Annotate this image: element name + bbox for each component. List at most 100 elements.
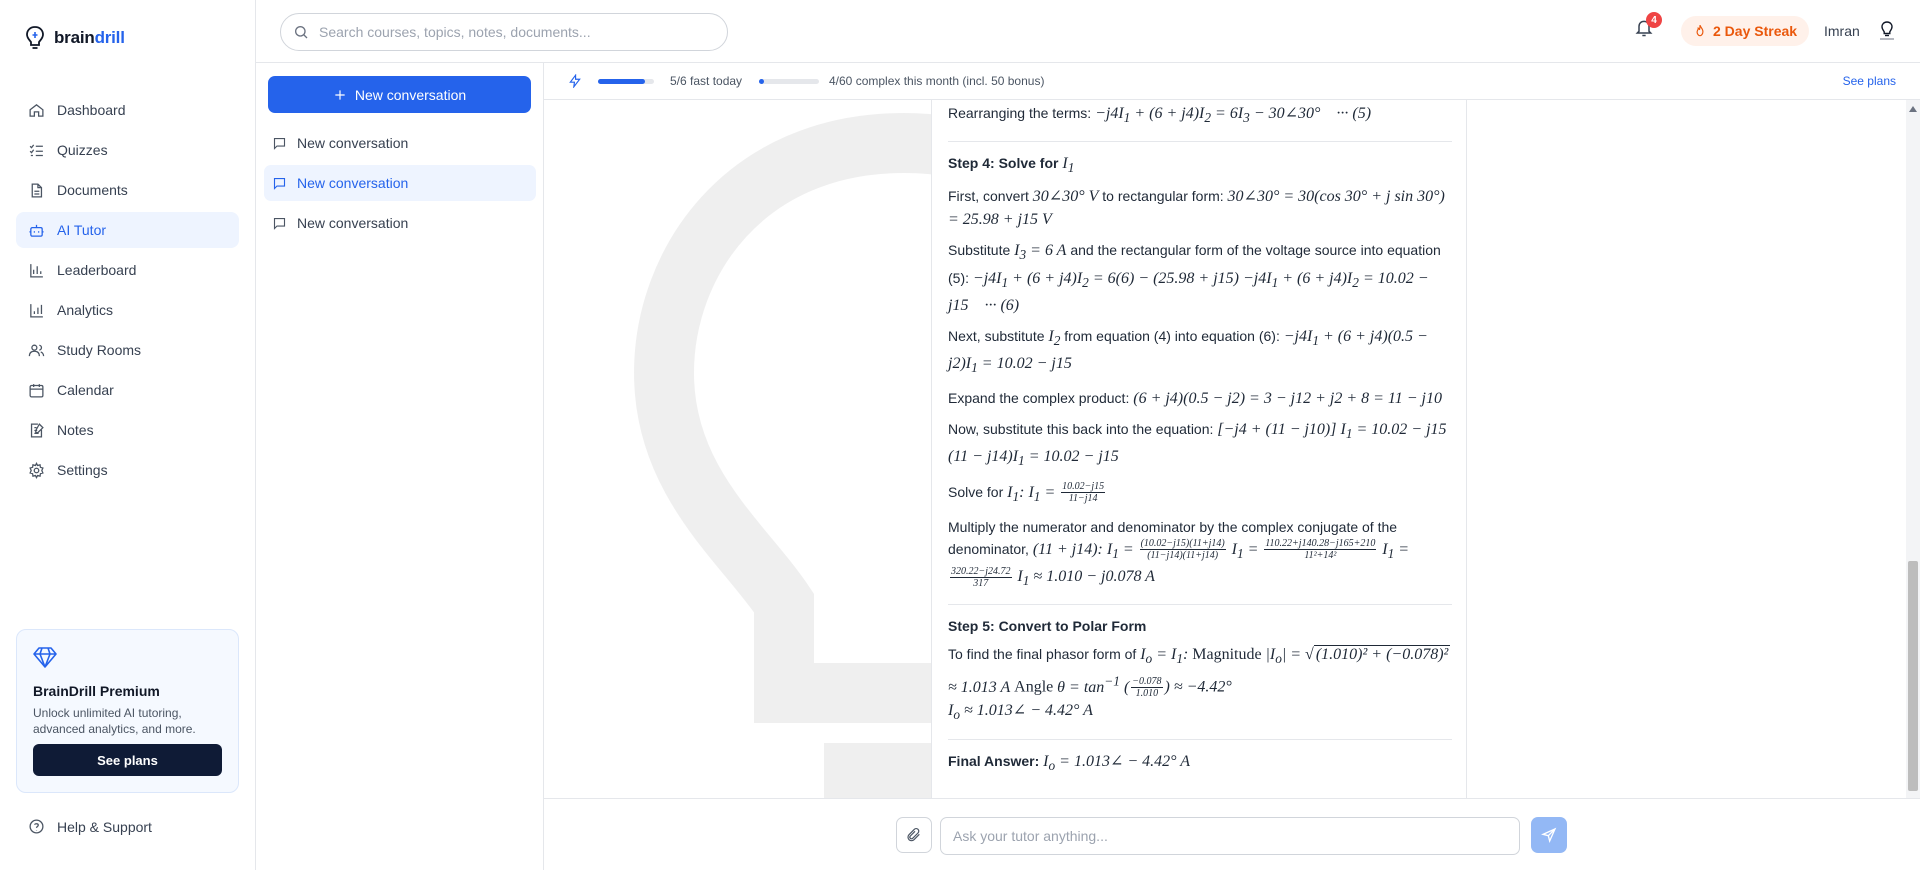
user-name[interactable]: Imran (1824, 23, 1860, 39)
premium-description: Unlock unlimited AI tutoring, advanced a… (33, 706, 196, 736)
bar-chart-icon (30, 263, 43, 278)
sidebar-item-study-rooms[interactable]: Study Rooms (16, 332, 239, 368)
flame-icon (1696, 24, 1704, 37)
user-avatar-icon (1880, 21, 1894, 40)
sidebar: braindrill Dashboard Quizzes Documents A… (0, 0, 256, 870)
sidebar-item-label: Dashboard (57, 102, 126, 118)
diamond-icon (33, 647, 57, 668)
message-paragraph: First, convert 30∠30° V to rectangular f… (948, 188, 1445, 229)
see-plans-button[interactable]: See plans (33, 744, 222, 776)
message-paragraph: Rearranging the terms: −j4I1 + (6 + j4)I… (948, 105, 1372, 126)
fast-usage-label: 5/6 fast today (670, 74, 743, 88)
sidebar-nav: Dashboard Quizzes Documents AI Tutor Lea… (16, 92, 239, 492)
help-circle-icon (29, 819, 44, 834)
chat-bubble-icon (273, 177, 286, 190)
usage-bar: 5/6 fast today 4/60 complex this month (… (544, 63, 1920, 100)
streak-badge[interactable]: 2 Day Streak (1681, 16, 1810, 46)
sidebar-item-documents[interactable]: Documents (16, 172, 239, 208)
calendar-icon (29, 383, 44, 398)
scrollbar-thumb[interactable] (1908, 561, 1918, 791)
paperclip-icon (907, 827, 920, 842)
sidebar-item-label: Analytics (57, 302, 114, 318)
attach-file-button[interactable] (896, 817, 932, 853)
sidebar-item-label: Notes (57, 422, 94, 438)
new-conversation-label: New conversation (354, 86, 467, 103)
message-paragraph: To find the final phasor form of Io = I1… (948, 645, 1451, 723)
sidebar-item-leaderboard[interactable]: Leaderboard (16, 252, 239, 288)
conversation-label: New conversation (297, 135, 409, 151)
complex-usage-label: 4/60 complex this month (incl. 50 bonus) (829, 74, 1045, 88)
sidebar-item-quizzes[interactable]: Quizzes (16, 132, 239, 168)
divider (948, 604, 1452, 606)
sidebar-item-label: Leaderboard (57, 262, 137, 278)
message-body: Rearranging the terms: −j4I1 + (6 + j4)I… (948, 102, 1452, 785)
bolt-icon (568, 73, 582, 89)
top-bar: 4 2 Day Streak Imran (256, 0, 1920, 63)
bot-icon (29, 224, 44, 237)
message-composer (544, 798, 1920, 870)
conversation-label: New conversation (297, 215, 409, 231)
users-icon (28, 344, 45, 356)
sidebar-item-settings[interactable]: Settings (16, 452, 239, 488)
conversation-list: New conversation New conversation New co… (264, 125, 536, 245)
send-button[interactable] (1531, 817, 1567, 853)
chat-bubble-icon (273, 217, 286, 230)
sidebar-item-label: Study Rooms (57, 342, 142, 358)
lightbulb-logo-icon (26, 26, 44, 49)
complex-usage-progress (759, 79, 819, 84)
home-icon (29, 103, 44, 117)
sidebar-item-label: Calendar (57, 382, 114, 398)
sidebar-item-ai-tutor[interactable]: AI Tutor (16, 212, 239, 248)
chat-input[interactable] (940, 817, 1520, 855)
list-check-icon (29, 143, 43, 156)
help-support-label: Help & Support (57, 818, 152, 835)
notifications-button[interactable]: 4 (1634, 12, 1662, 42)
message-paragraph: Solve for I1: I1 = 10.02−j15 11−j14 (948, 481, 1106, 505)
analytics-icon (30, 303, 43, 318)
conversation-label: New conversation (297, 175, 409, 191)
fast-usage-fill (598, 79, 645, 84)
scroll-up-arrow[interactable] (1909, 106, 1917, 112)
message-paragraph: Substitute I3 = 6 A and the rectangular … (948, 242, 1441, 314)
notes-icon (30, 422, 44, 438)
chat-area: 5/6 fast today 4/60 complex this month (… (544, 63, 1920, 870)
sidebar-item-calendar[interactable]: Calendar (16, 372, 239, 408)
brand-name: braindrill (54, 28, 125, 47)
sidebar-item-analytics[interactable]: Analytics (16, 292, 239, 328)
brand-logo-link[interactable]: braindrill (24, 24, 125, 52)
streak-label: 2 Day Streak (1713, 23, 1798, 39)
chat-scrollbar[interactable] (1906, 100, 1920, 807)
premium-title: BrainDrill Premium (33, 683, 160, 699)
document-icon (31, 182, 43, 198)
complex-usage-fill (759, 79, 764, 84)
sidebar-item-label: Settings (57, 462, 108, 478)
premium-card: BrainDrill Premium Unlock unlimited AI t… (16, 629, 239, 793)
help-support-link[interactable]: Help & Support (28, 818, 152, 835)
message-paragraph: Now, substitute this back into the equat… (948, 421, 1447, 469)
conversation-item[interactable]: New conversation (264, 125, 536, 161)
search-box[interactable] (280, 13, 728, 51)
divider (948, 141, 1452, 143)
search-icon (295, 26, 308, 39)
notification-count-badge: 4 (1646, 12, 1662, 28)
step-5-heading: Step 5: Convert to Polar Form (948, 618, 1147, 635)
see-plans-link[interactable]: See plans (1843, 74, 1896, 88)
message-paragraph: Expand the complex product: (6 + j4)(0.5… (948, 390, 1442, 408)
new-conversation-button[interactable]: New conversation (268, 76, 531, 113)
conversation-item[interactable]: New conversation (264, 205, 536, 241)
divider (948, 738, 1452, 740)
message-paragraph: Next, substitute I2 from equation (4) in… (948, 327, 1428, 376)
chat-bubble-icon (273, 137, 286, 150)
avatar[interactable] (1874, 18, 1900, 44)
fast-usage-progress (598, 79, 654, 84)
sidebar-item-dashboard[interactable]: Dashboard (16, 92, 239, 128)
conversation-item[interactable]: New conversation (264, 165, 536, 201)
conversation-list-panel: New conversation New conversation New co… (256, 63, 544, 870)
search-input[interactable] (319, 24, 709, 40)
final-answer: Final Answer: Io = 1.013∠ − 4.42° A (948, 752, 1191, 773)
plus-icon (335, 89, 345, 100)
sidebar-item-notes[interactable]: Notes (16, 412, 239, 448)
tutor-message: Rearranging the terms: −j4I1 + (6 + j4)I… (931, 93, 1467, 820)
send-icon (1541, 827, 1557, 843)
message-paragraph: Multiply the numerator and denominator b… (948, 518, 1410, 589)
